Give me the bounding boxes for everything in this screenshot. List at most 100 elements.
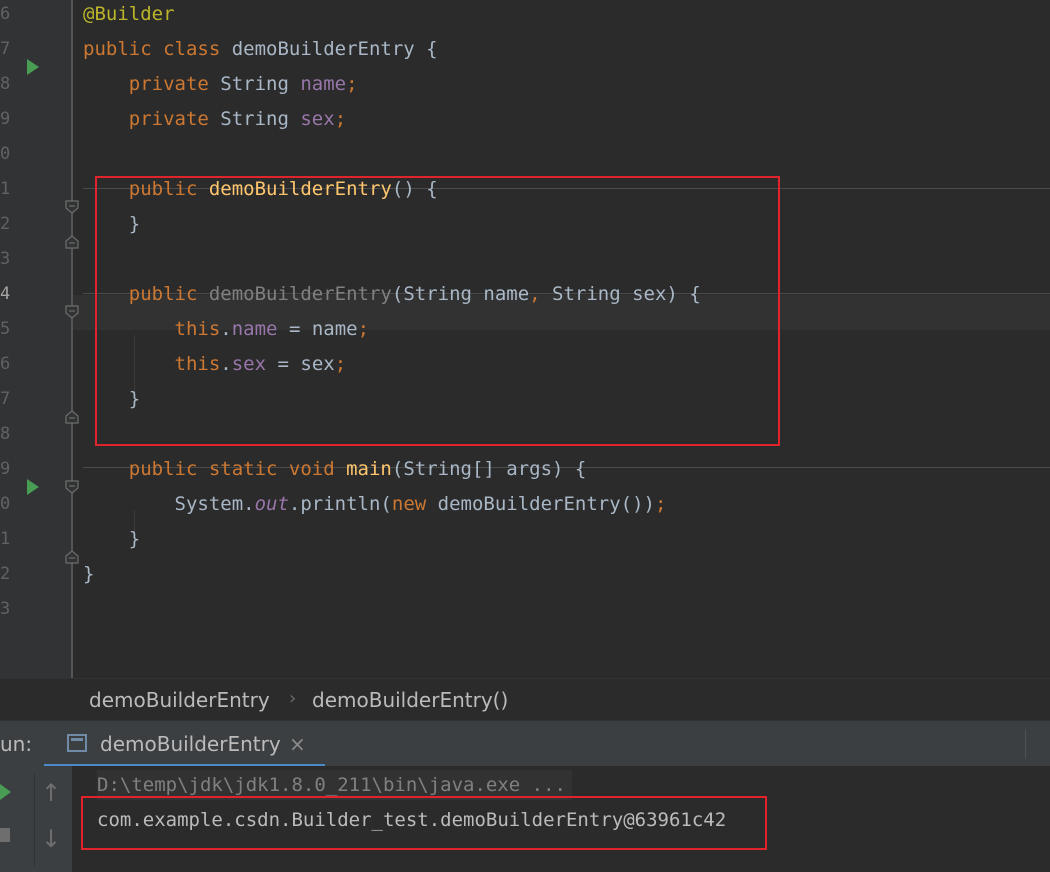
rerun-icon[interactable]	[0, 784, 11, 800]
code-line[interactable]: public static void main(String[] args) {	[83, 452, 587, 487]
code-line[interactable]: }	[83, 522, 140, 557]
code-token: name	[300, 73, 347, 95]
code-token: ;	[334, 353, 347, 375]
code-token: private	[83, 108, 221, 130]
code-token: demoBuilderEntry {	[231, 38, 438, 60]
fold-start-icon[interactable]	[65, 305, 79, 319]
code-token: public	[83, 178, 209, 200]
code-line[interactable]: private String name;	[83, 67, 358, 102]
fold-end-icon[interactable]	[65, 550, 79, 564]
breadcrumb-separator-icon: ›	[289, 688, 297, 709]
code-token: .	[220, 318, 232, 340]
code-token: String	[220, 108, 301, 130]
code-token: = name	[277, 318, 358, 340]
code-token: (String[] args) {	[391, 458, 587, 480]
code-token: }	[83, 213, 141, 235]
arrow-up-icon[interactable]: ↑	[40, 778, 62, 808]
line-number: 8	[0, 424, 11, 444]
code-token: sex	[231, 353, 267, 375]
code-token: ;	[346, 73, 358, 95]
fold-start-icon[interactable]	[65, 480, 79, 494]
code-token: demoBuilderEntry	[208, 178, 392, 200]
line-number: 6	[0, 354, 11, 374]
code-token: }	[83, 528, 141, 550]
breadcrumb: demoBuilderEntry › demoBuilderEntry()	[0, 678, 1050, 720]
header-divider	[1025, 729, 1026, 759]
breadcrumb-class[interactable]: demoBuilderEntry	[89, 679, 270, 721]
line-number: 3	[0, 599, 11, 619]
run-console[interactable]: ↑ ↓ D:\temp\jdk\jdk1.8.0_211\bin\java.ex…	[0, 766, 1050, 872]
line-number: 2	[0, 214, 11, 234]
toolbar-divider	[34, 774, 35, 866]
code-line[interactable]: public class demoBuilderEntry {	[83, 32, 438, 67]
code-token: demoBuilderEntry	[208, 283, 392, 305]
code-token: .println(	[288, 493, 392, 515]
code-token: ;	[357, 318, 370, 340]
code-token: public static void	[83, 458, 347, 480]
fold-start-icon[interactable]	[65, 200, 79, 214]
breadcrumb-method[interactable]: demoBuilderEntry()	[312, 679, 508, 721]
code-line[interactable]: }	[83, 382, 140, 417]
code-line[interactable]: System.out.println(new demoBuilderEntry(…	[83, 487, 667, 522]
code-line[interactable]: private String sex;	[83, 102, 346, 137]
line-number: 1	[0, 529, 11, 549]
code-line[interactable]: public demoBuilderEntry() {	[83, 172, 438, 207]
fold-end-icon[interactable]	[65, 235, 79, 249]
line-number: 1	[0, 179, 11, 199]
code-token: main	[346, 458, 392, 480]
code-token: ,	[529, 283, 553, 305]
line-number: 6	[0, 4, 11, 24]
run-tab[interactable]: demoBuilderEntry ×	[44, 721, 325, 767]
code-token: }	[83, 388, 141, 410]
line-number: 0	[0, 494, 11, 514]
line-number: 8	[0, 74, 11, 94]
code-token: .	[220, 353, 232, 375]
arrow-down-icon[interactable]: ↓	[40, 824, 62, 854]
console-command-line: D:\temp\jdk\jdk1.8.0_211\bin\java.exe ..…	[97, 770, 572, 800]
run-tab-label: demoBuilderEntry	[100, 732, 281, 756]
code-line[interactable]: public demoBuilderEntry(String name, Str…	[83, 277, 701, 312]
code-token: }	[83, 563, 95, 585]
line-number: 9	[0, 109, 11, 129]
line-number: 2	[0, 564, 11, 584]
code-token: (String name	[391, 283, 530, 305]
code-line[interactable]: this.sex = sex;	[83, 347, 347, 382]
fold-end-icon[interactable]	[65, 410, 79, 424]
code-token: () {	[391, 178, 438, 200]
line-number: 0	[0, 144, 11, 164]
code-token: public class	[83, 38, 232, 60]
code-token: String	[220, 73, 301, 95]
code-token: ;	[654, 493, 667, 515]
code-token: = sex	[266, 353, 335, 375]
line-number: 9	[0, 459, 11, 479]
run-class-icon[interactable]	[27, 59, 39, 75]
run-panel-label: un:	[0, 732, 33, 756]
console-window-icon	[67, 734, 87, 752]
code-token: out	[254, 493, 289, 515]
code-token: this	[83, 353, 221, 375]
run-toolbar: ↑ ↓	[0, 766, 72, 872]
code-line[interactable]: this.name = name;	[83, 312, 370, 347]
code-token: ;	[334, 108, 347, 130]
close-icon[interactable]: ×	[289, 721, 306, 767]
line-number: 4	[0, 284, 11, 304]
code-token: name	[231, 318, 278, 340]
line-number: 7	[0, 389, 11, 409]
line-number: 5	[0, 319, 11, 339]
run-panel-header: un: demoBuilderEntry ×	[0, 720, 1050, 767]
code-token: String sex) {	[552, 283, 701, 305]
code-token: System.	[83, 493, 255, 515]
line-number: 7	[0, 39, 11, 59]
code-token: public	[83, 283, 209, 305]
stop-icon[interactable]	[0, 828, 10, 842]
console-output-line: com.example.csdn.Builder_test.demoBuilde…	[97, 809, 727, 831]
code-line[interactable]: @Builder	[83, 0, 175, 32]
code-editor[interactable]: 6 7 8 9 0 1 2 3 4 5 6 7 8 9 0 1 2 3 @Builder public class …	[0, 0, 1050, 678]
line-number: 3	[0, 249, 11, 269]
run-main-icon[interactable]	[27, 479, 39, 495]
code-line[interactable]: }	[83, 207, 140, 242]
code-token: this	[83, 318, 221, 340]
code-line[interactable]: }	[83, 557, 94, 592]
code-token: private	[83, 73, 221, 95]
code-token: demoBuilderEntry())	[437, 493, 655, 515]
